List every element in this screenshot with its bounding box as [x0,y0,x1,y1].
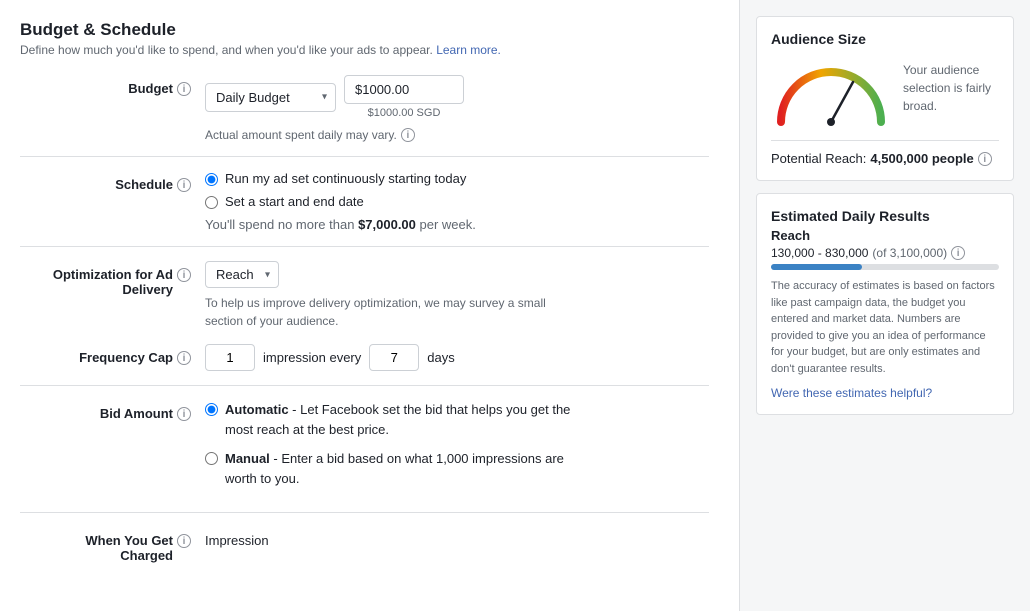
divider-1 [20,156,709,157]
frequency-row: Frequency Cap i impression every days [20,344,709,371]
reach-info-icon[interactable]: i [951,246,965,260]
bid-option-2: Manual - Enter a bid based on what 1,000… [205,449,709,488]
reach-bar-fill [771,264,862,270]
schedule-radio-2[interactable] [205,196,218,209]
optimization-select[interactable]: Reach [205,261,279,288]
budget-row: Budget i Daily Budget Lifetime Budget ▾ … [20,75,709,142]
optimization-info-icon[interactable]: i [177,268,191,282]
bid-option-1: Automatic - Let Facebook set the bid tha… [205,400,709,439]
potential-reach-info-icon[interactable]: i [978,152,992,166]
impression-input[interactable] [205,344,255,371]
page-title: Budget & Schedule [20,20,709,40]
frequency-info-icon[interactable]: i [177,351,191,365]
reach-label: Reach [771,228,999,243]
reach-bar-bg [771,264,999,270]
bid-info-icon[interactable]: i [177,407,191,421]
estimated-title: Estimated Daily Results [771,208,999,224]
delivery-note: To help us improve delivery optimization… [205,294,585,330]
charged-row: When You Get Charged i Impression [20,527,709,563]
reach-range: 130,000 - 830,000 (of 3,100,000) i [771,245,999,260]
schedule-radio-1[interactable] [205,173,218,186]
potential-reach: Potential Reach: 4,500,000 people i [771,140,999,166]
bid-label: Bid Amount i [30,400,205,421]
days-input[interactable] [369,344,419,371]
schedule-content: Run my ad set continuously starting toda… [205,171,709,232]
sidebar-panel: Audience Size [740,0,1030,611]
gauge-svg: Specific Broad [771,57,891,130]
charged-content: Impression [205,527,709,548]
optimization-content: Reach ▾ To help us improve delivery opti… [205,261,709,330]
schedule-option-2: Set a start and end date [205,194,709,209]
budget-amount-wrapper: $1000.00 SGD [344,75,464,119]
weekly-note: You'll spend no more than $7,000.00 per … [205,217,709,232]
budget-inputs: Daily Budget Lifetime Budget ▾ $1000.00 … [205,75,709,119]
sgd-label: $1000.00 SGD [344,107,464,119]
main-panel: Budget & Schedule Define how much you'd … [0,0,740,611]
schedule-label: Schedule i [30,171,205,192]
helpful-link[interactable]: Were these estimates helpful? [771,386,932,400]
charged-value: Impression [205,527,709,548]
bid-automatic-text: Automatic - Let Facebook set the bid tha… [225,400,595,439]
budget-type-select[interactable]: Daily Budget Lifetime Budget [205,83,336,112]
charged-label: When You Get Charged i [30,527,205,563]
bid-row: Bid Amount i Automatic - Let Facebook se… [20,400,709,498]
frequency-label: Frequency Cap i [30,344,205,365]
gauge-container: Specific Broad Your audience selection i… [771,57,999,130]
schedule-info-icon[interactable]: i [177,178,191,192]
charged-info-icon[interactable]: i [177,534,191,548]
optimization-label: Optimization for Ad Delivery i [30,261,205,297]
audience-size-card: Audience Size [756,16,1014,181]
estimated-results-card: Estimated Daily Results Reach 130,000 - … [756,193,1014,415]
budget-info-icon[interactable]: i [177,82,191,96]
divider-3 [20,385,709,386]
budget-type-wrapper: Daily Budget Lifetime Budget ▾ [205,83,336,112]
budget-label: Budget i [30,75,205,96]
learn-more-link[interactable]: Learn more. [436,43,501,57]
schedule-option-1: Run my ad set continuously starting toda… [205,171,709,186]
frequency-content: impression every days [205,344,709,371]
audience-size-title: Audience Size [771,31,999,47]
schedule-row: Schedule i Run my ad set continuously st… [20,171,709,232]
budget-note: Actual amount spent daily may vary. i [205,127,709,142]
bid-content: Automatic - Let Facebook set the bid tha… [205,400,709,498]
optimization-select-wrapper: Reach ▾ [205,261,279,288]
optimization-row: Optimization for Ad Delivery i Reach ▾ T… [20,261,709,330]
bid-radio-manual[interactable] [205,452,218,465]
audience-description: Your audience selection is fairly broad. [903,57,999,115]
bid-radio-automatic[interactable] [205,403,218,416]
bid-manual-text: Manual - Enter a bid based on what 1,000… [225,449,595,488]
budget-note-info-icon[interactable]: i [401,128,415,142]
budget-amount-input[interactable] [344,75,464,104]
page-subtitle: Define how much you'd like to spend, and… [20,43,709,57]
divider-4 [20,512,709,513]
frequency-inputs: impression every days [205,344,709,371]
budget-content: Daily Budget Lifetime Budget ▾ $1000.00 … [205,75,709,142]
divider-2 [20,246,709,247]
estimated-description: The accuracy of estimates is based on fa… [771,278,999,377]
